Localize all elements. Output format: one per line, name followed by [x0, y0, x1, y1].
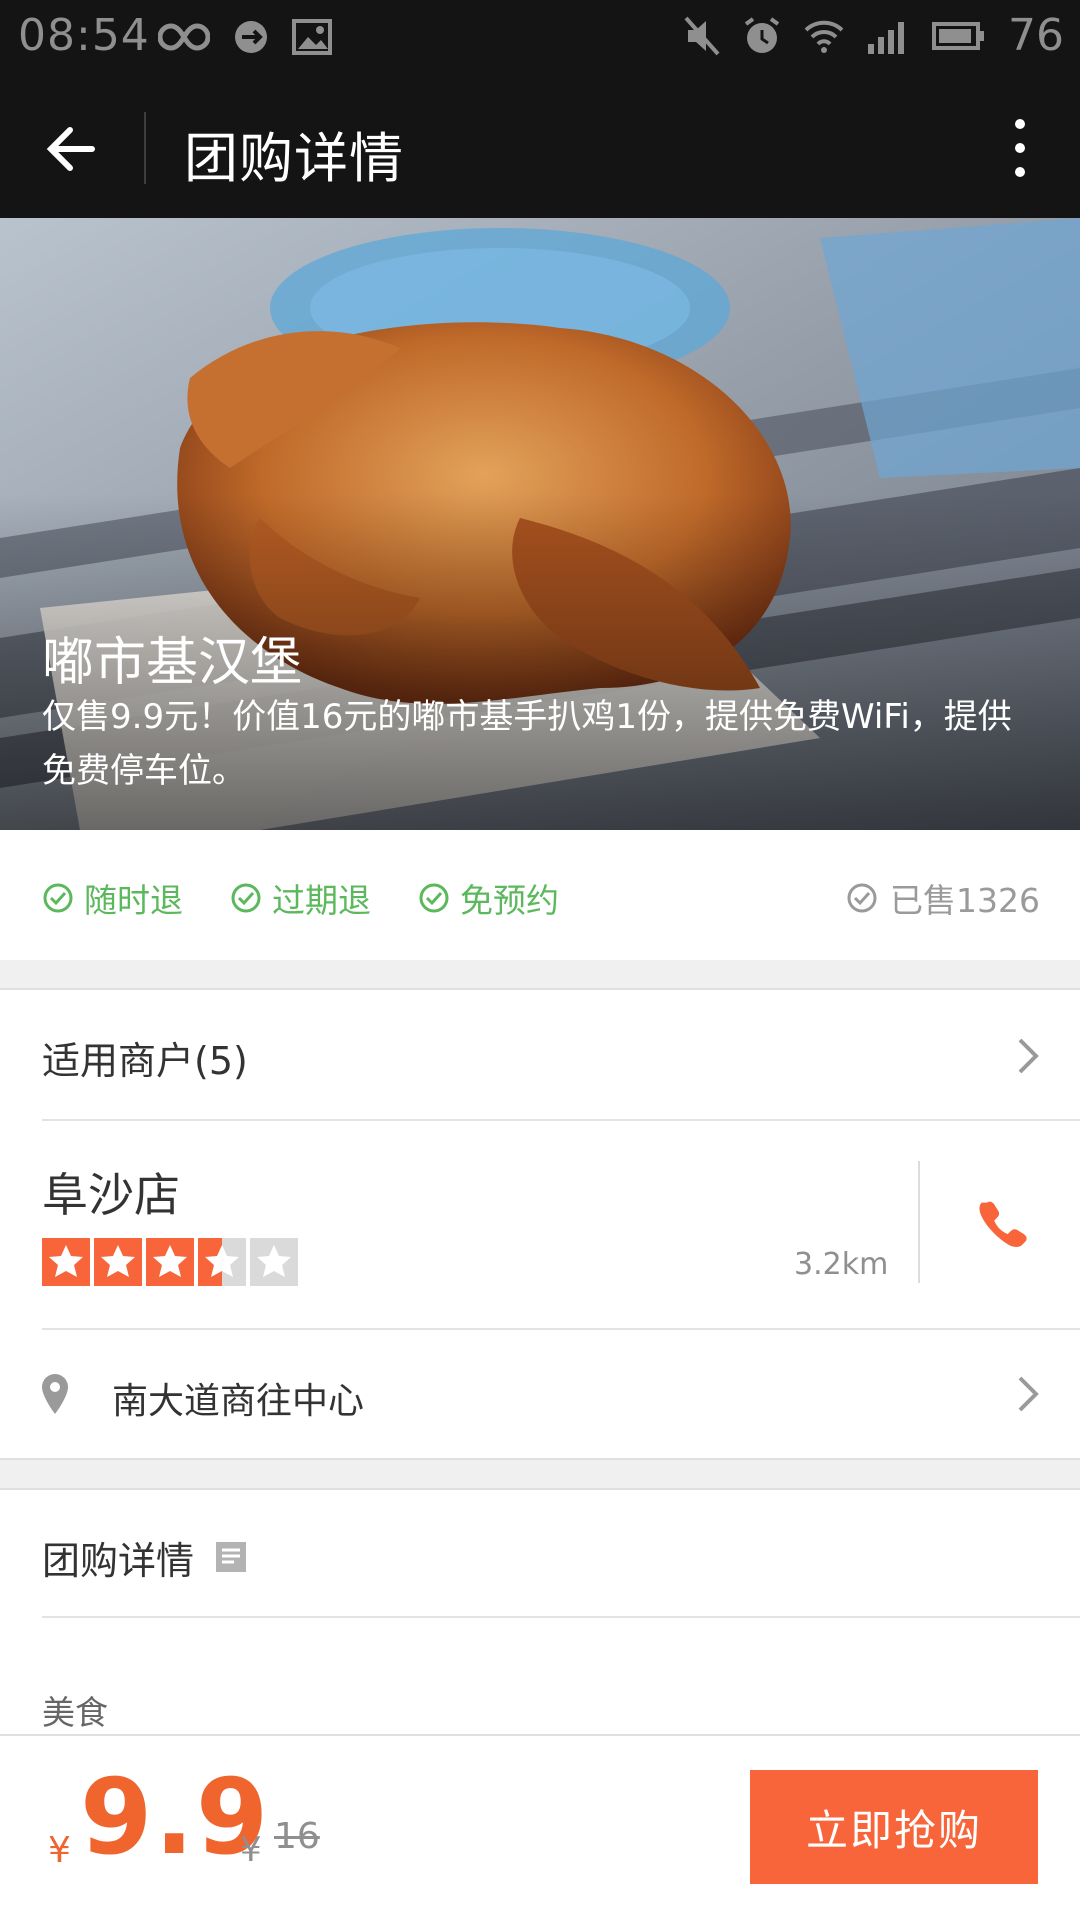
store-distance: 3.2km: [794, 1247, 889, 1282]
price-currency: ¥: [48, 1830, 71, 1871]
more-menu-icon[interactable]: [1000, 114, 1040, 182]
status-left-icons: [158, 18, 332, 56]
status-right-icons: 76: [684, 10, 1064, 61]
chevron-right-icon: [1018, 1376, 1039, 1412]
mute-icon: [684, 16, 720, 55]
check-circle-icon: [231, 883, 261, 913]
tag-label: 过期退: [272, 881, 371, 920]
tag-refund-expired: 过期退: [230, 874, 371, 922]
signal-4g-icon: [868, 21, 904, 54]
tag-refund-anytime: 随时退: [42, 874, 183, 922]
category-label: 美食: [42, 1693, 108, 1732]
wifi-icon: [804, 20, 844, 53]
divider: [42, 1616, 1080, 1618]
section-gap: [0, 1458, 1080, 1490]
battery-icon: [932, 21, 984, 50]
infinity-icon: [158, 23, 210, 51]
deal-description: 仅售9.9元！价值16元的嘟市基手扒鸡1份，提供免费WiFi，提供免费停车位。: [42, 697, 1012, 791]
deal-details-header[interactable]: 团购详情: [0, 1490, 1080, 1616]
star-full-icon: [42, 1238, 90, 1286]
check-circle-icon: [847, 883, 877, 913]
buy-now-button[interactable]: 立即抢购: [750, 1770, 1038, 1884]
rating-stars: [42, 1238, 298, 1286]
vertical-divider: [918, 1161, 920, 1283]
original-price: 16: [274, 1816, 320, 1857]
merchants-label: 适用商户(5): [42, 1039, 248, 1083]
tag-label: 随时退: [84, 881, 183, 920]
star-half-icon: [198, 1238, 246, 1286]
app-bar: 团购详情: [0, 78, 1080, 218]
star-empty-icon: [250, 1238, 298, 1286]
purchase-bar: ¥ 9.9 ¥ 16 立即抢购: [0, 1734, 1080, 1922]
sold-label: 已售1326: [890, 881, 1040, 920]
sync-icon: [235, 21, 267, 53]
phone-icon[interactable]: [978, 1201, 1030, 1253]
address-row[interactable]: 南大道商往中心: [0, 1330, 1080, 1458]
deal-title: 嘟市基汉堡: [42, 633, 303, 693]
address-text: 南大道商往中心: [112, 1381, 365, 1422]
store-name: 阜沙店: [42, 1168, 180, 1222]
tag-label: 免预约: [460, 881, 559, 920]
appbar-divider: [144, 112, 146, 184]
alarm-icon: [744, 16, 780, 53]
section-gap: [0, 960, 1080, 990]
hero-banner[interactable]: 嘟市基汉堡 仅售9.9元！价值16元的嘟市基手扒鸡1份，提供免费WiFi，提供免…: [0, 218, 1080, 830]
store-card[interactable]: 阜沙店 3.2km: [0, 1121, 1080, 1328]
applicable-merchants-row[interactable]: 适用商户(5): [0, 990, 1080, 1120]
check-circle-icon: [419, 883, 449, 913]
star-full-icon: [94, 1238, 142, 1286]
tag-no-reservation: 免预约: [418, 874, 559, 922]
battery-percent: 76: [1008, 10, 1064, 61]
back-arrow-icon[interactable]: [40, 118, 102, 180]
chevron-right-icon: [1018, 1038, 1039, 1074]
original-price-currency: ¥: [240, 1830, 262, 1870]
image-icon: [292, 19, 332, 55]
status-bar: 08:54 76: [0, 0, 1080, 78]
location-pin-icon: [42, 1374, 68, 1414]
sold-count: 已售1326: [846, 874, 1040, 922]
details-label: 团购详情: [42, 1539, 195, 1583]
star-full-icon: [146, 1238, 194, 1286]
check-circle-icon: [43, 883, 73, 913]
guarantee-tags: 随时退 过期退 免预约 已售1326: [0, 830, 1080, 962]
page-title: 团购详情: [184, 127, 404, 190]
status-time: 08:54: [18, 10, 150, 61]
document-icon: [216, 1542, 246, 1572]
